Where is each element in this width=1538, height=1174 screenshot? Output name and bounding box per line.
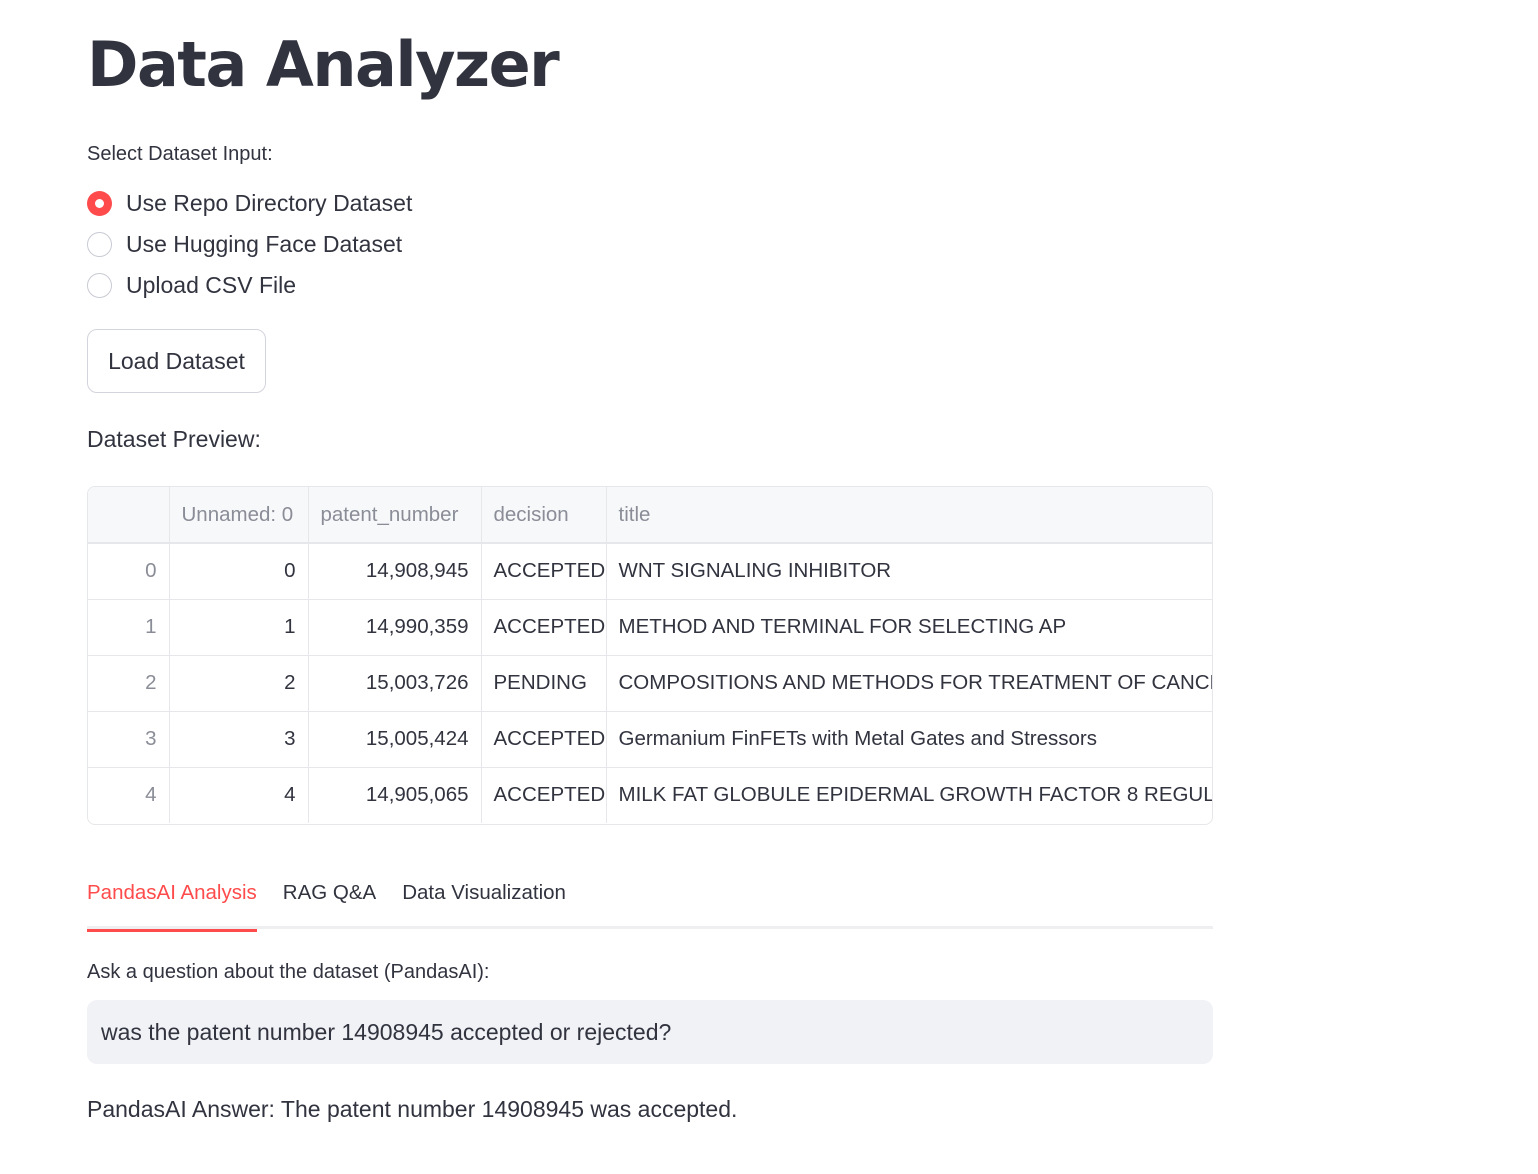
page-title: Data Analyzer <box>87 28 560 101</box>
title-cell[interactable]: METHOD AND TERMINAL FOR SELECTING AP <box>606 599 1212 656</box>
patent-number-cell[interactable]: 14,908,945 <box>308 543 482 600</box>
radio-hugging-face[interactable]: Use Hugging Face Dataset <box>87 229 402 259</box>
table-row: 4 4 14,905,065 ACCEPTED MILK FAT GLOBULE… <box>88 767 1213 823</box>
title-cell[interactable]: WNT SIGNALING INHIBITOR <box>606 543 1212 600</box>
column-header-patent-number[interactable]: patent_number <box>308 487 482 544</box>
patent-number-cell[interactable]: 14,905,065 <box>308 767 482 823</box>
patent-number-cell[interactable]: 15,003,726 <box>308 655 482 712</box>
decision-cell[interactable]: ACCEPTED <box>481 711 607 768</box>
column-header-title[interactable]: title <box>606 487 1212 544</box>
decision-cell[interactable]: ACCEPTED <box>481 599 607 656</box>
dataset-preview-heading: Dataset Preview: <box>87 426 261 452</box>
decision-cell[interactable]: ACCEPTED <box>481 767 607 823</box>
table-row: 3 3 15,005,424 ACCEPTED Germanium FinFET… <box>88 711 1212 768</box>
radio-repo-directory[interactable]: Use Repo Directory Dataset <box>87 188 412 218</box>
table-row: 1 1 14,990,359 ACCEPTED METHOD AND TERMI… <box>88 599 1212 656</box>
title-cell[interactable]: COMPOSITIONS AND METHODS FOR TREATMENT O… <box>606 655 1212 712</box>
radio-upload-csv[interactable]: Upload CSV File <box>87 270 296 300</box>
unnamed-cell[interactable]: 2 <box>169 655 309 712</box>
question-input[interactable] <box>87 1000 1213 1064</box>
row-index-cell[interactable]: 4 <box>88 767 170 823</box>
decision-cell[interactable]: ACCEPTED <box>481 543 607 600</box>
title-cell[interactable]: Germanium FinFETs with Metal Gates and S… <box>606 711 1212 768</box>
question-label: Ask a question about the dataset (Pandas… <box>87 961 490 983</box>
decision-cell[interactable]: PENDING <box>481 655 607 712</box>
analysis-tabs: PandasAI Analysis RAG Q&A Data Visualiza… <box>87 876 1213 932</box>
column-header-unnamed[interactable]: Unnamed: 0 <box>169 487 309 544</box>
radio-label-hugging-face: Use Hugging Face Dataset <box>126 230 403 257</box>
radio-checked-icon[interactable] <box>87 190 112 216</box>
unnamed-cell[interactable]: 4 <box>169 767 309 823</box>
unnamed-cell[interactable]: 1 <box>169 599 309 656</box>
row-index-cell[interactable]: 3 <box>88 711 170 768</box>
patent-number-cell[interactable]: 15,005,424 <box>308 711 482 768</box>
unnamed-cell[interactable]: 0 <box>169 543 309 600</box>
unnamed-cell[interactable]: 3 <box>169 711 309 768</box>
row-index-cell[interactable]: 2 <box>88 655 170 712</box>
table-header-row: Unnamed: 0 patent_number decision title <box>88 487 1212 544</box>
column-header-decision[interactable]: decision <box>481 487 607 544</box>
radio-unchecked-icon[interactable] <box>87 272 112 298</box>
radio-label-upload-csv: Upload CSV File <box>126 271 297 298</box>
row-index-cell[interactable]: 0 <box>88 543 170 600</box>
table-row: 0 0 14,908,945 ACCEPTED WNT SIGNALING IN… <box>88 543 1212 600</box>
title-cell[interactable]: MILK FAT GLOBULE EPIDERMAL GROWTH FACTOR… <box>606 767 1213 823</box>
pandasai-answer: PandasAI Answer: The patent number 14908… <box>87 1096 738 1122</box>
column-header-index[interactable] <box>88 487 170 544</box>
radio-unchecked-icon[interactable] <box>87 231 112 257</box>
table-row: 2 2 15,003,726 PENDING COMPOSITIONS AND … <box>88 655 1212 712</box>
row-index-cell[interactable]: 1 <box>88 599 170 656</box>
radio-label-repo-directory: Use Repo Directory Dataset <box>126 189 413 216</box>
load-dataset-button[interactable]: Load Dataset <box>87 329 266 393</box>
dataset-preview-table[interactable]: Unnamed: 0 patent_number decision title … <box>87 486 1213 825</box>
patent-number-cell[interactable]: 14,990,359 <box>308 599 482 656</box>
tab-pandasai-analysis[interactable]: PandasAI Analysis <box>87 876 257 932</box>
tab-data-visualization[interactable]: Data Visualization <box>402 876 566 929</box>
tab-rag-qa[interactable]: RAG Q&A <box>283 876 376 929</box>
dataset-input-label: Select Dataset Input: <box>87 143 273 165</box>
